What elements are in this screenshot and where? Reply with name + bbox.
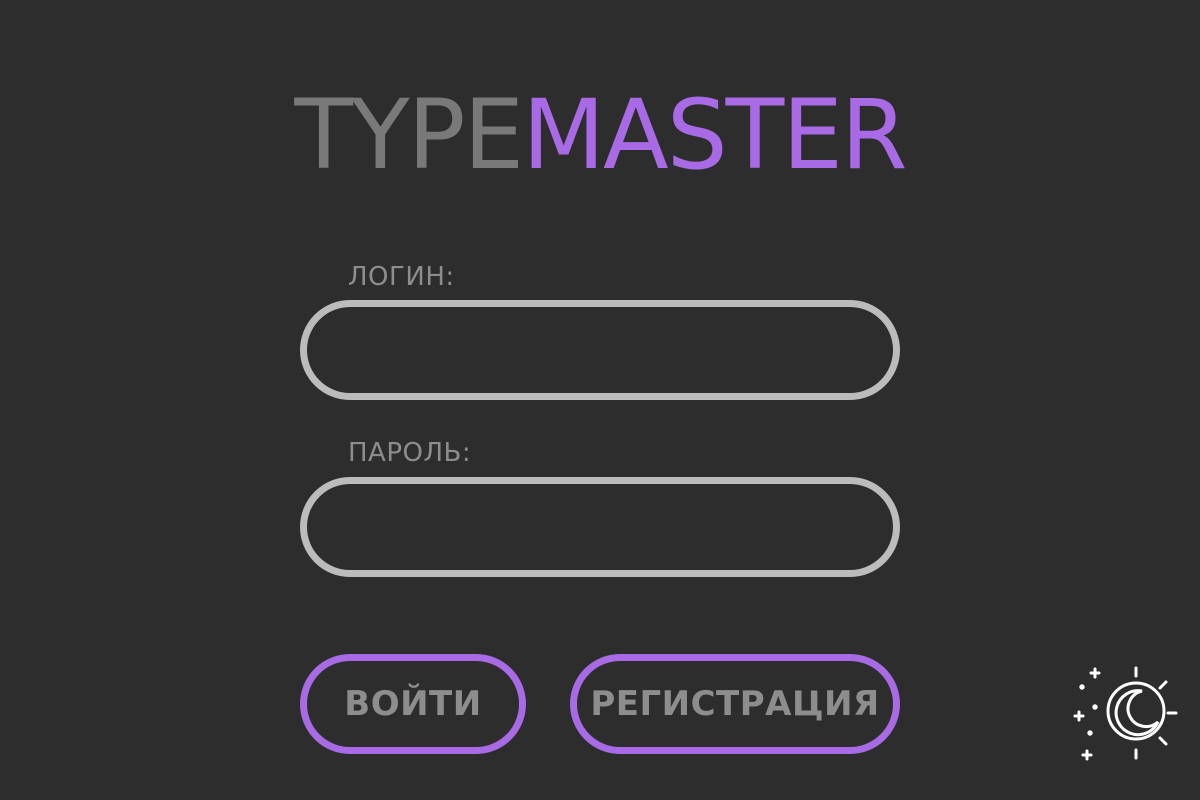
login-screen: TYPEMASTER ЛОГИН: ПАРОЛЬ: ВОЙТИ РЕГИСТРА… [0,0,1200,800]
register-button[interactable]: РЕГИСТРАЦИЯ [570,654,900,754]
password-input[interactable] [300,477,900,577]
theme-toggle-button[interactable] [1070,660,1180,770]
app-logo: TYPEMASTER [0,80,1200,190]
moon-sun-icon [1073,666,1178,761]
logo-master-text: MASTER [522,79,907,191]
login-input[interactable] [300,300,900,400]
login-label: ЛОГИН: [348,262,455,292]
logo-type-text: TYPE [294,79,524,191]
password-label: ПАРОЛЬ: [348,438,472,468]
login-button[interactable]: ВОЙТИ [300,654,526,754]
